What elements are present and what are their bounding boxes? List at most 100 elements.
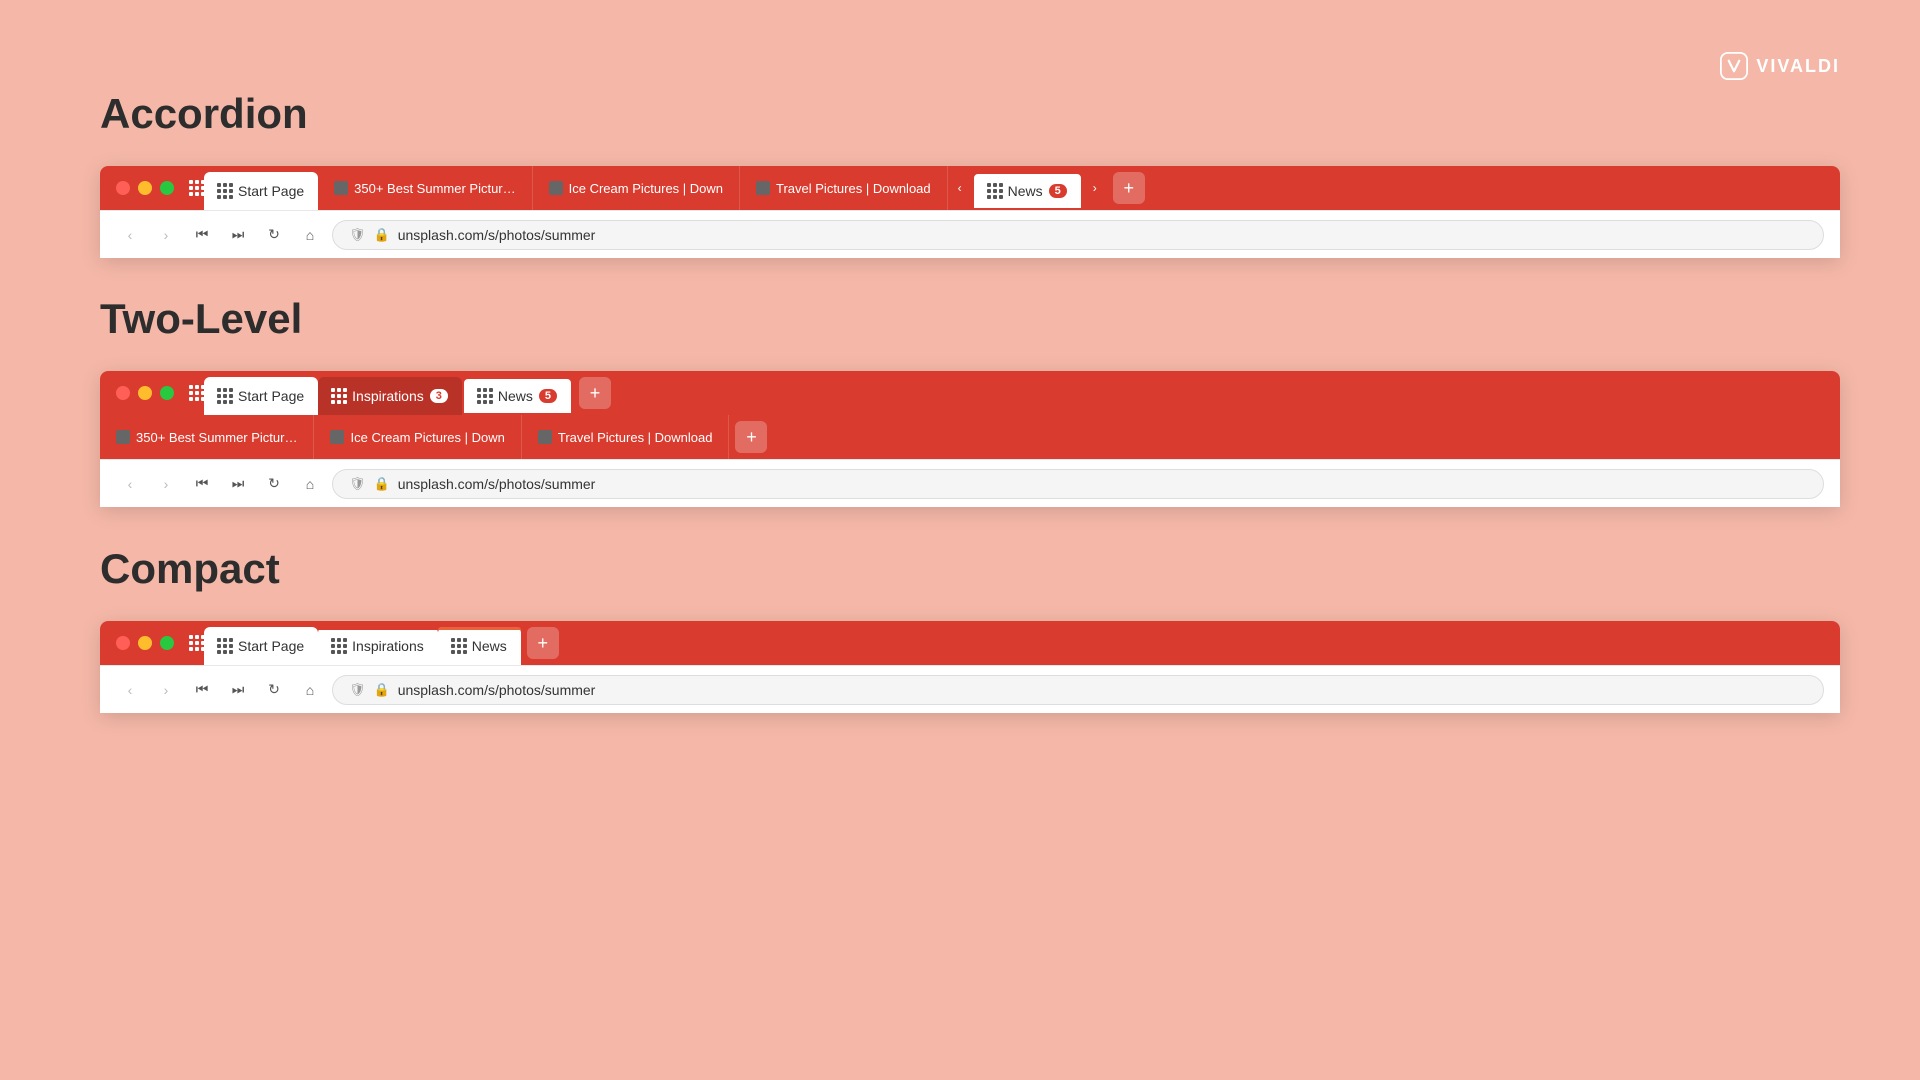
compact-security-icon: 🛡 (349, 682, 366, 698)
twolevel-add-tab[interactable]: + (579, 377, 611, 409)
tab-summer-pictures[interactable]: 350+ Best Summer Pictur… (318, 166, 532, 210)
twolevel-reload[interactable]: ↻ (260, 470, 288, 498)
twolevel-tab-icecream[interactable]: Ice Cream Pictures | Down (314, 415, 521, 459)
inspirations-label: Inspirations (352, 388, 424, 404)
compact-home[interactable]: ⌂ (296, 676, 324, 704)
compact-close[interactable] (116, 636, 130, 650)
compact-lock-icon: 🔒 (374, 682, 390, 698)
address-input-twolevel[interactable]: 🛡 🔒 unsplash.com/s/photos/summer (332, 469, 1824, 499)
twolevel-close[interactable] (116, 386, 130, 400)
twolevel-news-stack[interactable]: News 5 (462, 377, 573, 415)
twolevel-news-label: News (498, 388, 533, 404)
compact-forward[interactable]: › (152, 676, 180, 704)
compact-skip-back[interactable]: ⏮ (188, 676, 216, 704)
twolevel-traffic-lights (100, 386, 190, 400)
inspirations-count: 3 (430, 389, 448, 403)
twolevel-maximize[interactable] (160, 386, 174, 400)
lock-icon: 🔒 (374, 227, 390, 243)
twolevel-icecream-label: Ice Cream Pictures | Down (350, 430, 504, 445)
compact-inspirations-favicon (332, 639, 346, 653)
tab-travel[interactable]: Travel Pictures | Download (740, 166, 948, 210)
twolevel-news-count: 5 (539, 389, 557, 403)
minimize-button[interactable] (138, 181, 152, 195)
address-input-accordion[interactable]: 🛡 🔒 unsplash.com/s/photos/summer (332, 220, 1824, 250)
compact-inspirations-dots (331, 638, 347, 654)
compact-news-favicon (452, 639, 466, 653)
inspirations-favicon (332, 389, 346, 403)
compact-news-dots (451, 638, 467, 654)
twolevel-icecream-favicon (330, 430, 344, 444)
compact-news-label: News (472, 638, 507, 654)
summer-favicon (334, 181, 348, 195)
address-input-compact[interactable]: 🛡 🔒 unsplash.com/s/photos/summer (332, 675, 1824, 705)
forward-button[interactable]: › (152, 221, 180, 249)
twolevel-skip-back[interactable]: ⏮ (188, 470, 216, 498)
tab-manager-icon[interactable] (190, 181, 204, 195)
compact-skip-forward[interactable]: ⏭ (224, 676, 252, 704)
twolevel-minimize[interactable] (138, 386, 152, 400)
compact-start-dots (217, 638, 233, 654)
twolevel-start-page[interactable]: Start Page (204, 377, 318, 415)
twolevel-tab-summer[interactable]: 350+ Best Summer Pictur… (100, 415, 314, 459)
start-page-favicon (218, 184, 232, 198)
twolevel-news-dots (477, 388, 493, 404)
compact-reload[interactable]: ↻ (260, 676, 288, 704)
twolevel-section: Two-Level (100, 295, 1920, 507)
compact-inspirations-tab[interactable]: Inspirations (318, 627, 438, 665)
tab-inspirations-stack[interactable]: Inspirations 3 (318, 377, 462, 415)
compact-start-page[interactable]: Start Page (204, 627, 318, 665)
compact-tab-bar: Start Page Inspirations (100, 621, 1840, 665)
compact-section: Compact (100, 545, 1920, 713)
tab-ice-cream[interactable]: Ice Cream Pictures | Down (533, 166, 740, 210)
compact-url: unsplash.com/s/photos/summer (398, 682, 596, 698)
tab-start-page[interactable]: Start Page (204, 172, 318, 210)
compact-minimize[interactable] (138, 636, 152, 650)
add-tab-button[interactable]: + (1113, 172, 1145, 204)
tab-news-stack[interactable]: News 5 (972, 172, 1083, 210)
compact-back[interactable]: ‹ (116, 676, 144, 704)
skip-back-button[interactable]: ⏮ (188, 221, 216, 249)
tab-scroll-left[interactable]: ‹ (948, 166, 972, 210)
twolevel-lock-icon: 🔒 (374, 476, 390, 492)
security-icon: 🛡 (349, 227, 366, 243)
vivaldi-brand-name: VIVALDI (1756, 56, 1840, 77)
home-button[interactable]: ⌂ (296, 221, 324, 249)
twolevel-news-favicon (478, 389, 492, 403)
compact-tab-manager[interactable] (190, 636, 204, 650)
twolevel-back[interactable]: ‹ (116, 470, 144, 498)
news-favicon (988, 184, 1002, 198)
maximize-button[interactable] (160, 181, 174, 195)
travel-label: Travel Pictures | Download (776, 181, 931, 196)
twolevel-security-icon: 🛡 (349, 476, 366, 492)
inspirations-grid-dots (331, 388, 347, 404)
news-grid-dots (987, 183, 1003, 199)
compact-add-tab[interactable]: + (527, 627, 559, 659)
back-button[interactable]: ‹ (116, 221, 144, 249)
twolevel-skip-forward[interactable]: ⏭ (224, 470, 252, 498)
compact-traffic-lights (100, 636, 190, 650)
compact-browser: Start Page Inspirations (100, 621, 1840, 713)
twolevel-url: unsplash.com/s/photos/summer (398, 476, 596, 492)
summer-label: 350+ Best Summer Pictur… (354, 181, 515, 196)
compact-news-tab[interactable]: News (438, 627, 521, 665)
twolevel-home[interactable]: ⌂ (296, 470, 324, 498)
skip-forward-button[interactable]: ⏭ (224, 221, 252, 249)
compact-inspirations-label: Inspirations (352, 638, 424, 654)
twolevel-tab-manager[interactable] (190, 386, 204, 400)
accordion-tab-bar: Start Page 350+ Best Summer Pictur… Ice … (100, 166, 1840, 210)
grid-dots (189, 180, 205, 196)
compact-heading: Compact (100, 545, 1920, 593)
twolevel-tab-travel[interactable]: Travel Pictures | Download (522, 415, 730, 459)
close-button[interactable] (116, 181, 130, 195)
compact-maximize[interactable] (160, 636, 174, 650)
twolevel-address-bar: ‹ › ⏮ ⏭ ↻ ⌂ 🛡 🔒 unsplash.com/s/photos/su… (100, 459, 1840, 507)
reload-button[interactable]: ↻ (260, 221, 288, 249)
compact-start-favicon (218, 639, 232, 653)
twolevel-add-tab-second[interactable]: + (735, 421, 767, 453)
vivaldi-icon (1720, 52, 1748, 80)
tab-scroll-right[interactable]: › (1083, 166, 1107, 210)
icecream-favicon (549, 181, 563, 195)
twolevel-forward[interactable]: › (152, 470, 180, 498)
twolevel-second-bar: 350+ Best Summer Pictur… Ice Cream Pictu… (100, 415, 1840, 459)
inspirations-line (318, 627, 438, 630)
